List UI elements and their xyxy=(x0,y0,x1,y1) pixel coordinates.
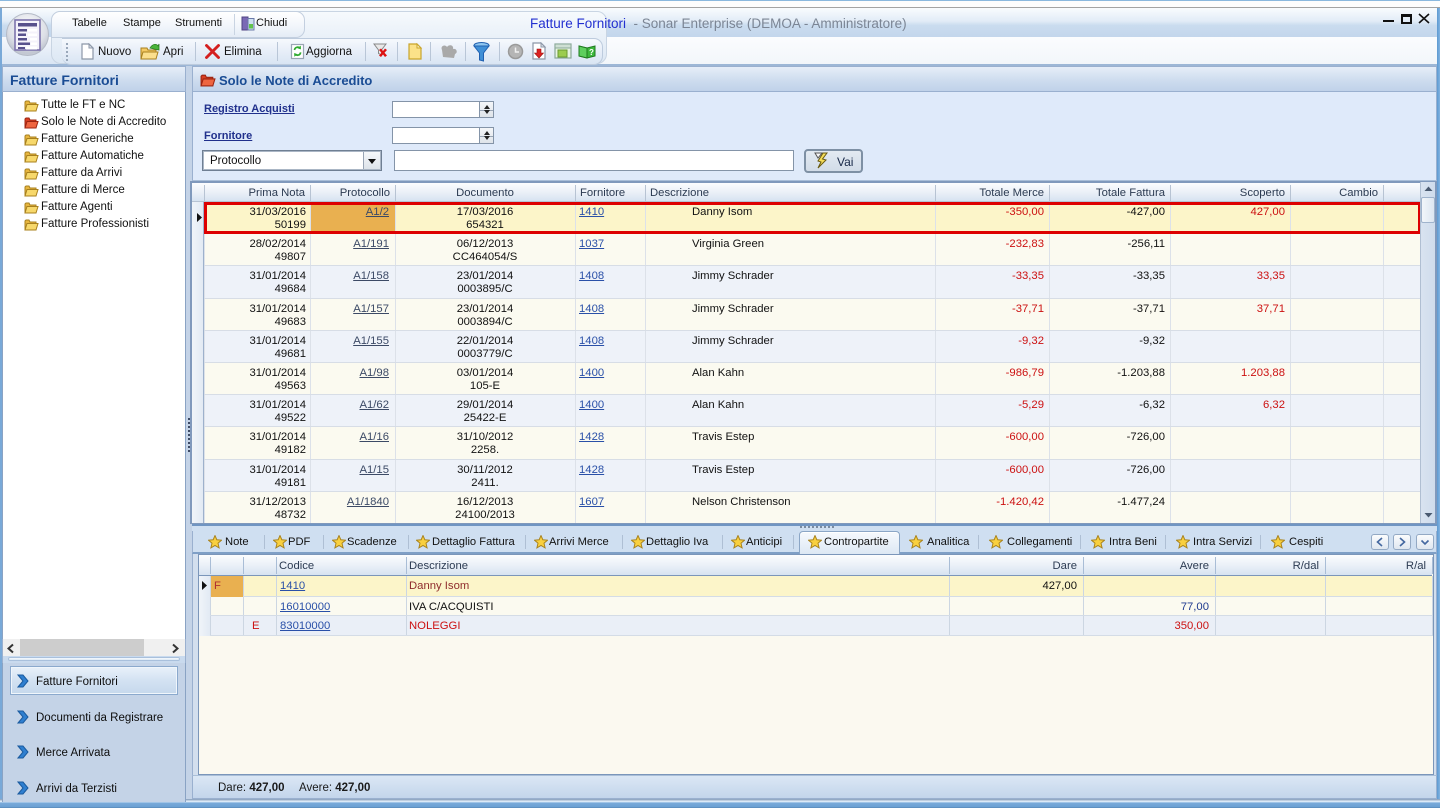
svg-text:?: ? xyxy=(589,48,594,57)
